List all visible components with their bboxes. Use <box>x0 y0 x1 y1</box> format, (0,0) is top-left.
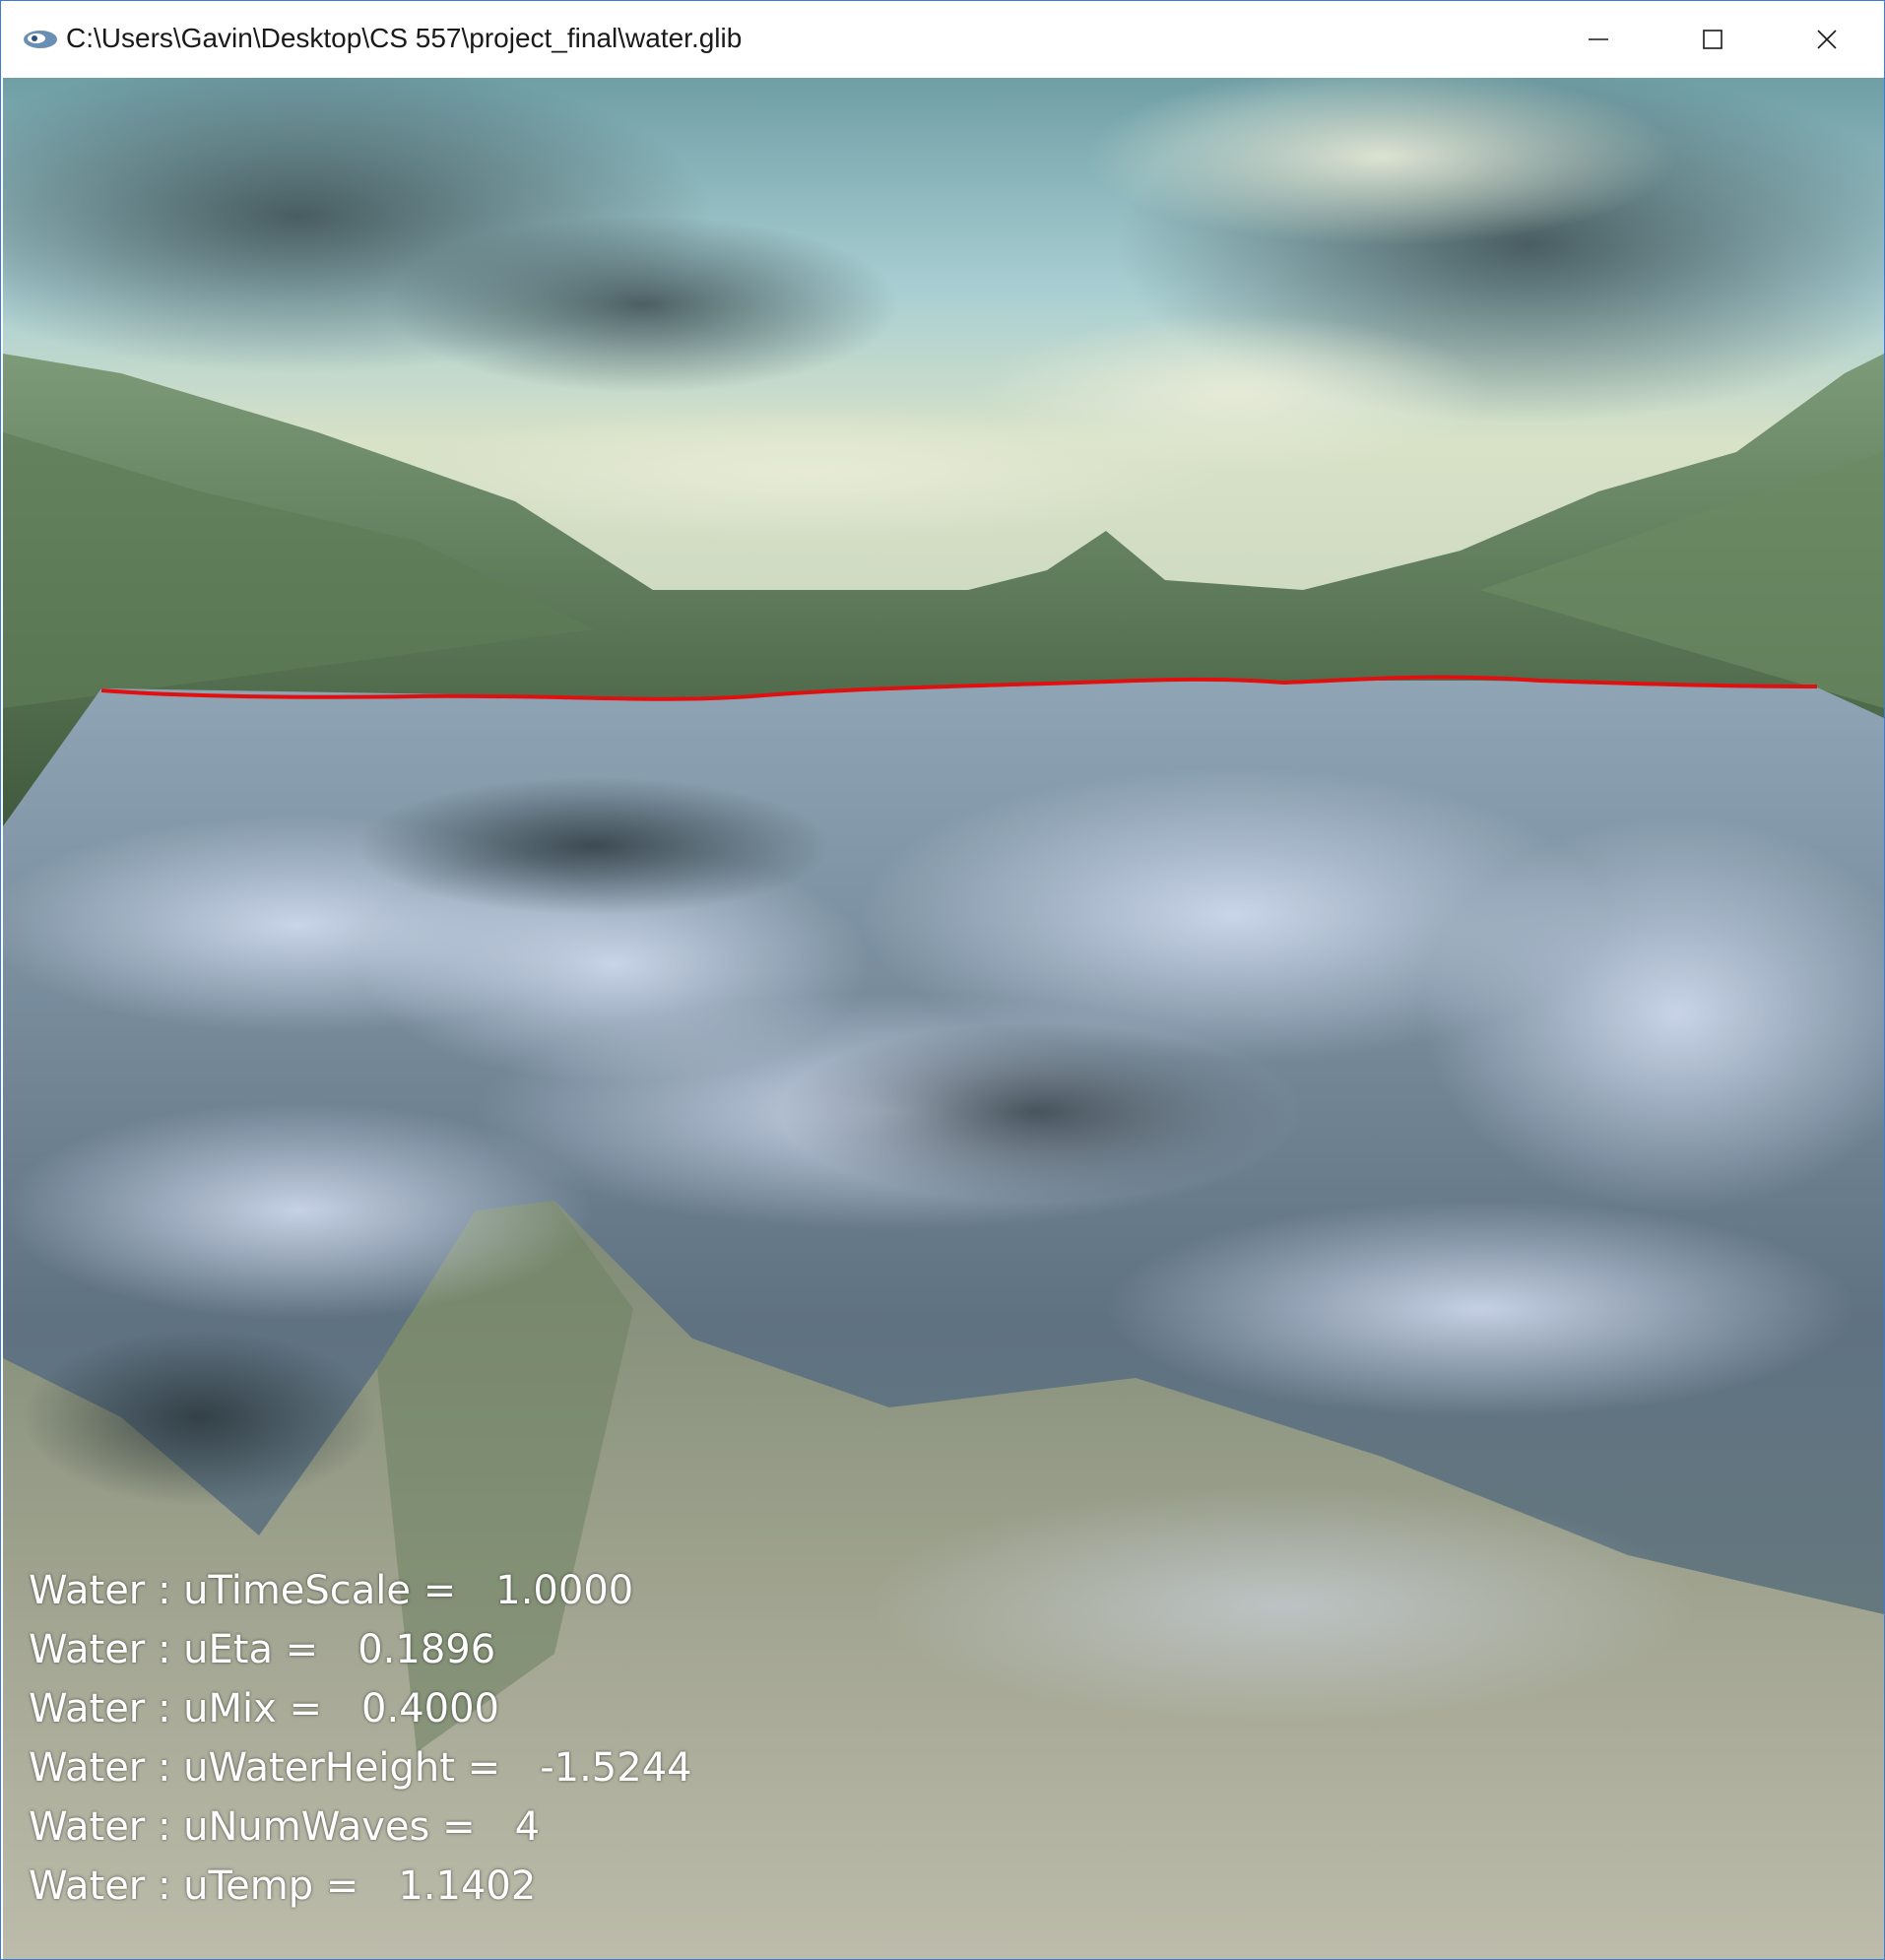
maximize-button[interactable] <box>1656 1 1770 78</box>
readout-uwaterheight: Water : uWaterHeight = -1.5244 <box>29 1745 692 1791</box>
glman-app-icon <box>24 31 57 48</box>
app-window: C:\Users\Gavin\Desktop\CS 557\project_fi… <box>0 0 1885 1960</box>
readout-unumwaves: Water : uNumWaves = 4 <box>29 1804 541 1850</box>
readout-utimescale: Water : uTimeScale = 1.0000 <box>29 1568 634 1613</box>
readout-umix: Water : uMix = 0.4000 <box>29 1686 499 1731</box>
title-bar[interactable]: C:\Users\Gavin\Desktop\CS 557\project_fi… <box>1 1 1884 78</box>
readout-utemp: Water : uTemp = 1.1402 <box>29 1863 537 1909</box>
uniform-readout: Water : uTimeScale = 1.0000 Water : uEta … <box>29 1561 692 1916</box>
minimize-icon <box>1589 38 1608 40</box>
maximize-icon <box>1703 30 1722 49</box>
close-icon <box>1817 30 1837 49</box>
readout-ueta: Water : uEta = 0.1896 <box>29 1627 496 1672</box>
window-title: C:\Users\Gavin\Desktop\CS 557\project_fi… <box>66 23 743 53</box>
minimize-button[interactable] <box>1541 1 1656 78</box>
close-button[interactable] <box>1770 1 1884 78</box>
render-viewport[interactable]: Water : uTimeScale = 1.0000 Water : uEta … <box>3 78 1884 1959</box>
